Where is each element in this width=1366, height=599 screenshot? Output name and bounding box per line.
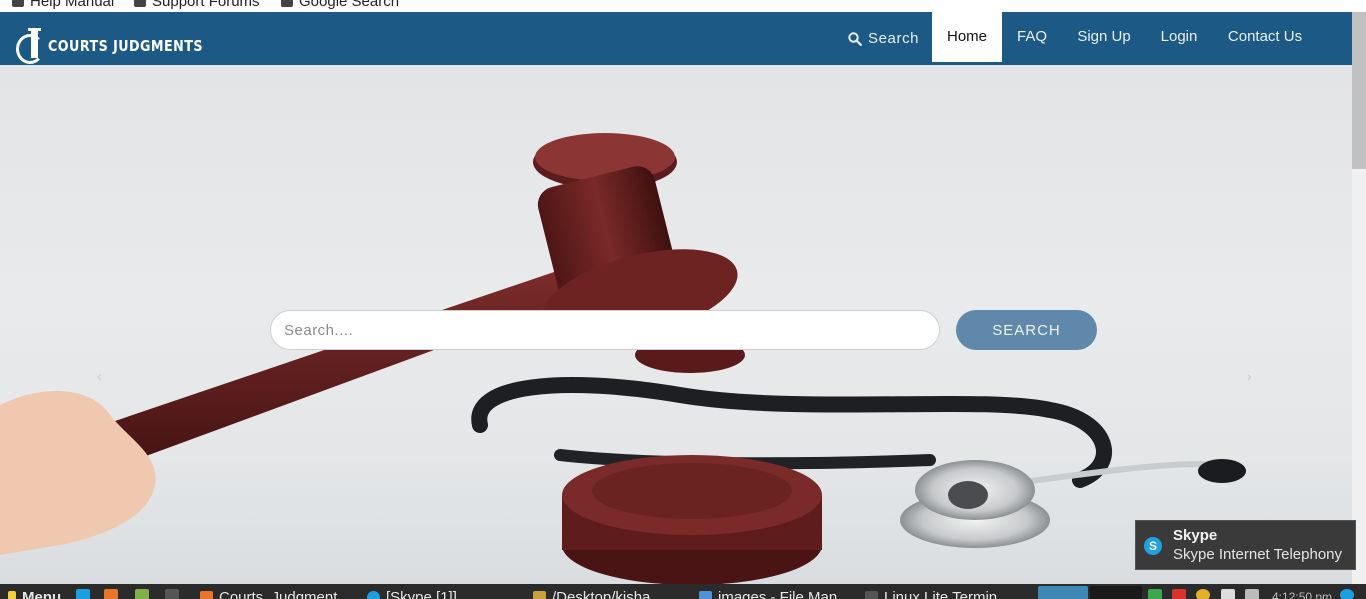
- clock[interactable]: 4:12:50 pm: [1272, 588, 1332, 599]
- skype-tray-icon[interactable]: [1340, 589, 1354, 599]
- bookmark-label: Google Search: [299, 0, 400, 10]
- menu-button[interactable]: Menu: [8, 588, 61, 599]
- bookmark-google-search[interactable]: Google Search: [281, 0, 399, 10]
- menu-label: Menu: [22, 588, 62, 599]
- display-icon[interactable]: [1221, 589, 1235, 599]
- nav-faq[interactable]: FAQ: [1002, 12, 1062, 62]
- bookmark-label: Support Forums: [152, 0, 260, 10]
- folder-icon: [699, 590, 712, 599]
- carousel-prev-icon[interactable]: ‹: [97, 368, 102, 384]
- workspace-2-icon[interactable]: [1090, 586, 1142, 599]
- nav-login[interactable]: Login: [1146, 12, 1212, 62]
- task-terminal[interactable]: Linux Lite Termin: [865, 588, 997, 599]
- system-taskbar: Menu Courts_Judgment [Skype [1]] /Deskto…: [0, 584, 1366, 599]
- task-skype[interactable]: [Skype [1]]: [367, 588, 457, 599]
- task-label: [Skype [1]]: [386, 588, 457, 599]
- task-label: Linux Lite Termin: [884, 588, 998, 599]
- nav-search-label: Search: [868, 30, 920, 47]
- search-input[interactable]: [270, 310, 940, 350]
- logo-mark-icon: [16, 28, 46, 64]
- search-icon: [848, 31, 862, 46]
- bookmark-support-forums[interactable]: Support Forums: [134, 0, 260, 10]
- firefox-icon: [200, 590, 213, 599]
- task-label: Courts_Judgment: [219, 588, 338, 599]
- desktop-icon[interactable]: [76, 589, 90, 599]
- skype-notification[interactable]: S Skype Skype Internet Telephony: [1135, 520, 1356, 570]
- bookmarks-bar: Help Manual Support Forums Google Search: [0, 0, 1366, 12]
- nav-search-link[interactable]: Search: [848, 12, 919, 65]
- folder-icon: [533, 590, 546, 599]
- terminal-icon[interactable]: [165, 589, 179, 599]
- task-file-manager[interactable]: images - File Man: [699, 588, 837, 599]
- google-icon: [281, 0, 293, 7]
- network-icon[interactable]: [1196, 589, 1210, 599]
- hero-carousel: SEARCH ‹ ›: [0, 65, 1352, 584]
- bookmark-label: Help Manual: [30, 0, 115, 10]
- terminal-icon: [865, 590, 878, 599]
- update-icon[interactable]: [1148, 589, 1162, 599]
- nav-sign-up[interactable]: Sign Up: [1062, 12, 1146, 62]
- help-icon: [12, 0, 24, 7]
- scrollbar-thumb[interactable]: [1352, 12, 1366, 169]
- notification-icon[interactable]: [1172, 589, 1186, 599]
- notification-body: Skype Internet Telephony: [1173, 546, 1343, 563]
- nav-home[interactable]: Home: [932, 12, 1002, 62]
- forum-icon: [134, 0, 146, 7]
- skype-icon: S: [1144, 537, 1162, 555]
- task-label: /Desktop/kisha: [552, 588, 651, 599]
- notification-title: Skype: [1173, 527, 1218, 544]
- site-logo[interactable]: COURTS JUDGMENTS: [16, 28, 230, 64]
- task-courts-judgment[interactable]: Courts_Judgment: [200, 588, 337, 599]
- menu-icon: [8, 590, 16, 599]
- workspace-1-icon[interactable]: [1038, 586, 1088, 599]
- skype-icon: [367, 590, 380, 599]
- carousel-next-icon[interactable]: ›: [1247, 368, 1252, 384]
- nav-contact-us[interactable]: Contact Us: [1212, 12, 1318, 62]
- search-button[interactable]: SEARCH: [956, 310, 1097, 350]
- volume-icon[interactable]: [1245, 589, 1259, 599]
- bookmark-help-manual[interactable]: Help Manual: [12, 0, 114, 10]
- file-manager-icon[interactable]: [135, 589, 149, 599]
- logo-text: COURTS JUDGMENTS: [48, 37, 204, 55]
- firefox-icon[interactable]: [104, 589, 118, 599]
- task-label: images - File Man: [718, 588, 838, 599]
- task-desktop-folder[interactable]: /Desktop/kisha: [533, 588, 650, 599]
